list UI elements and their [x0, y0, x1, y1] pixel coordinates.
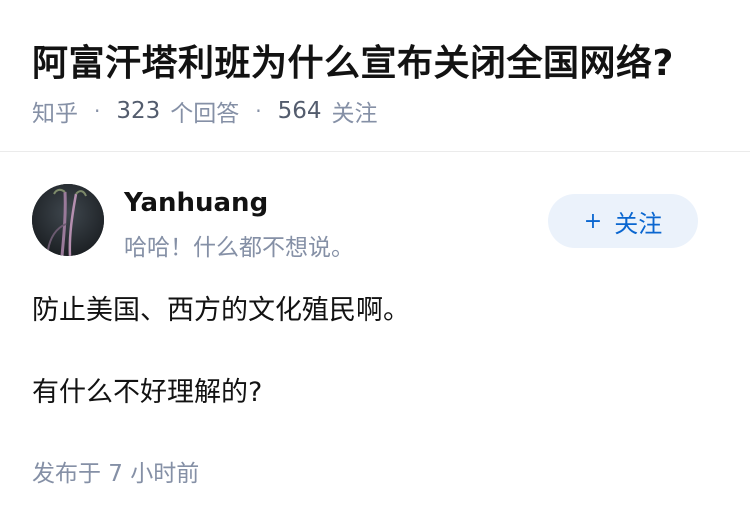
answer-count-label: 个回答	[170, 101, 240, 127]
author-name[interactable]: Yanhuang	[124, 188, 268, 218]
follower-count: 564	[277, 98, 322, 124]
separator-dot: ·	[94, 99, 101, 123]
separator-dot: ·	[255, 99, 262, 123]
question-header: 阿富汗塔利班为什么宣布关闭全国网络? 知乎 · 323 个回答 · 564 关注	[0, 0, 750, 152]
question-title[interactable]: 阿富汗塔利班为什么宣布关闭全国网络?	[32, 34, 674, 86]
follower-count-label: 关注	[331, 101, 378, 127]
avatar[interactable]	[32, 184, 104, 256]
answer-paragraph: 防止美国、西方的文化殖民啊。	[32, 295, 410, 326]
site-name[interactable]: 知乎	[32, 94, 78, 128]
answer-paragraph: 有什么不好理解的?	[32, 377, 263, 408]
follow-button-label: 关注	[614, 209, 663, 238]
answer-content: 防止美国、西方的文化殖民啊。 有什么不好理解的?	[32, 290, 718, 414]
author-info: Yanhuang 哈哈！什么都不想说。 + 关注	[32, 184, 718, 261]
answer-timestamp: 发布于 7 小时前	[32, 461, 200, 487]
answer-count: 323	[116, 98, 161, 124]
plus-icon: +	[583, 208, 603, 234]
author-bio: 哈哈！什么都不想说。	[124, 235, 354, 261]
follow-button[interactable]: + 关注	[548, 194, 698, 248]
avatar-image-icon	[32, 184, 104, 256]
question-meta: 知乎 · 323 个回答 · 564 关注	[32, 94, 378, 128]
